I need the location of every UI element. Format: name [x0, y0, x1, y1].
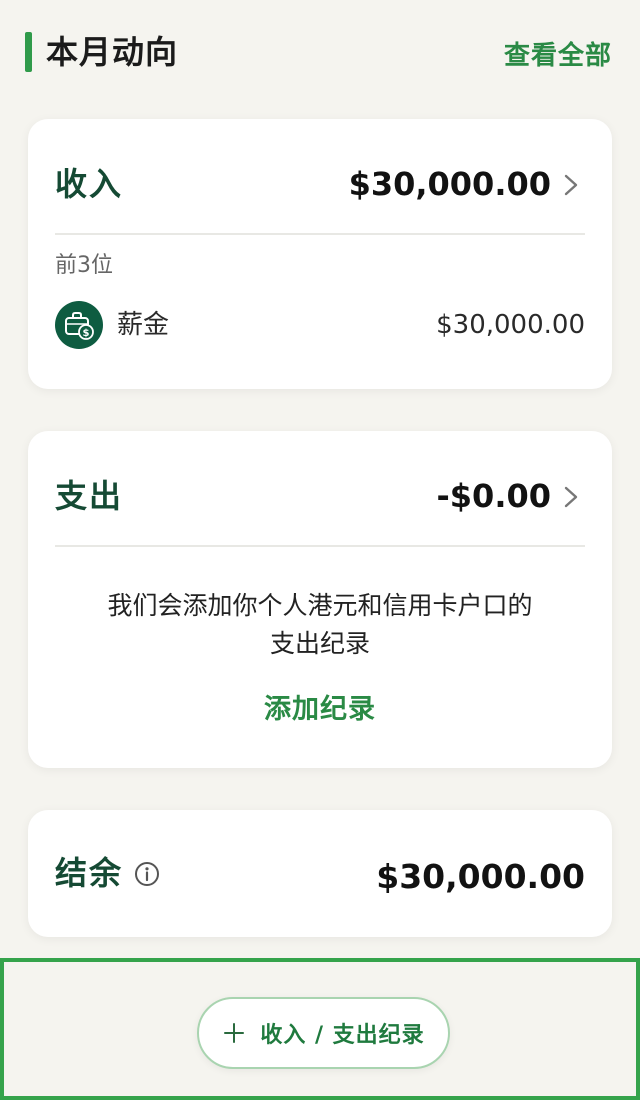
income-expense-record-button[interactable]: 收入 / 支出纪录 [197, 997, 450, 1069]
expense-message-line2: 支出纪录 [269, 629, 370, 658]
section-accent-bar [25, 32, 32, 72]
view-all-link[interactable]: 查看全部 [504, 38, 612, 74]
balance-card: 结余 $30,000.00 [28, 810, 612, 937]
expense-message: 我们会添加你个人港元和信用卡户口的 支出纪录 [68, 587, 572, 663]
income-item-name: 薪金 [117, 310, 170, 340]
expense-amount: -$0.00 [436, 477, 552, 515]
svg-text:$: $ [83, 328, 90, 339]
add-record-link[interactable]: 添加纪录 [28, 691, 612, 729]
chevron-right-icon [564, 174, 578, 196]
expense-card: 支出 -$0.00 我们会添加你个人港元和信用卡户口的 支出纪录 添加纪录 [28, 431, 612, 768]
income-amount: $30,000.00 [348, 165, 551, 203]
income-divider [55, 233, 585, 235]
section-title: 本月动向 [46, 33, 179, 71]
income-item-value: $30,000.00 [436, 310, 585, 340]
chevron-right-icon [564, 486, 578, 508]
income-title: 收入 [55, 165, 124, 203]
monthly-trend-header: 本月动向 查看全部 [0, 0, 640, 110]
info-icon[interactable] [134, 861, 160, 887]
balance-title: 结余 [55, 854, 124, 892]
plus-icon [224, 1023, 245, 1043]
expense-message-line1: 我们会添加你个人港元和信用卡户口的 [107, 591, 533, 620]
expense-title: 支出 [55, 477, 124, 515]
income-item-row: $ 薪金 $30,000.00 [55, 299, 585, 349]
top-3-label: 前3位 [55, 253, 113, 278]
balance-amount: $30,000.00 [376, 857, 585, 896]
expense-header[interactable]: 支出 -$0.00 [55, 459, 585, 539]
briefcase-dollar-icon: $ [55, 301, 103, 349]
bottom-action-bar: 收入 / 支出纪录 [0, 958, 640, 1100]
income-header[interactable]: 收入 $30,000.00 [55, 147, 585, 227]
income-card: 收入 $30,000.00 前3位 $ 薪金 $30,000.00 [28, 119, 612, 389]
record-button-label: 收入 / 支出纪录 [260, 1023, 425, 1048]
expense-divider [55, 545, 585, 547]
